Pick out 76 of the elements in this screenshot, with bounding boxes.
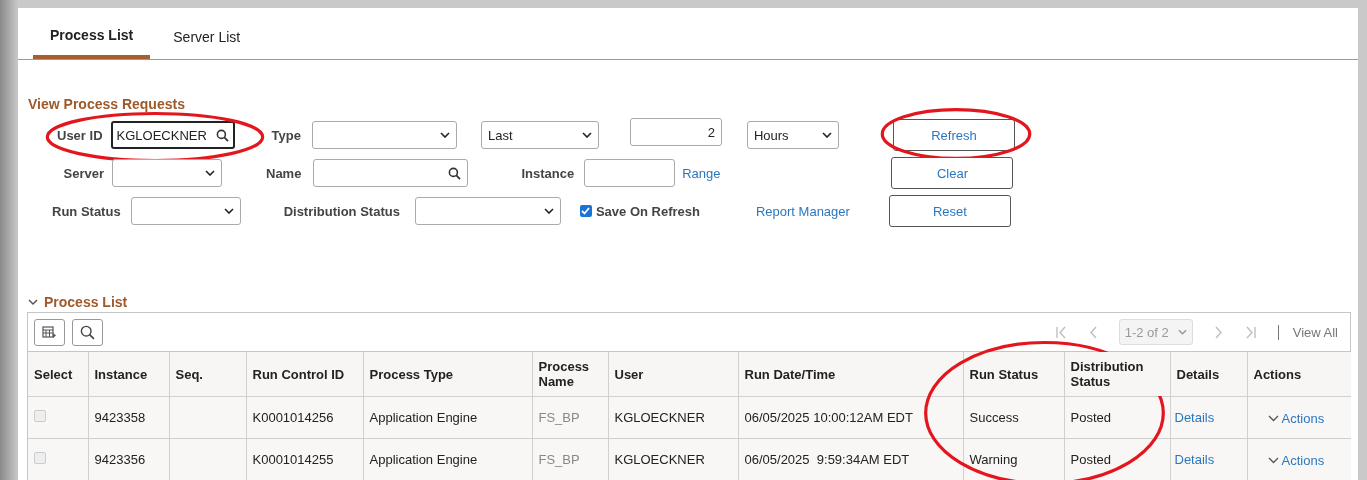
dropdown[interactable] [130, 197, 241, 225]
search-icon [215, 128, 229, 142]
table-cell: Application Engine [363, 438, 532, 480]
chevron-down-icon [581, 132, 592, 138]
chevron-down-icon [1267, 414, 1279, 422]
last-page-icon[interactable] [1244, 325, 1256, 339]
column-header: Process Name [532, 352, 608, 397]
range-link[interactable]: Range [682, 165, 721, 181]
action-button[interactable]: Reset [888, 195, 1011, 227]
action-button[interactable]: Clear [891, 157, 1014, 189]
tab[interactable]: Process List [33, 27, 151, 59]
field-label: Save On Refresh [595, 203, 700, 219]
chevron-down-icon [439, 132, 450, 138]
chevron-down-icon [1177, 329, 1187, 335]
table-cell: FS_BP [532, 438, 608, 480]
section-heading: Process List [44, 294, 128, 310]
column-header: Process Type [363, 352, 532, 397]
tab[interactable]: Server List [156, 29, 258, 59]
table-cell: K0001014255 [246, 438, 363, 480]
field-label: Name [266, 165, 302, 181]
column-header: Actions [1247, 352, 1351, 397]
dropdown[interactable] [311, 121, 457, 149]
table-cell: Success [963, 396, 1064, 439]
field-label: Type [271, 127, 301, 143]
instance-field[interactable] [584, 159, 676, 187]
dropdown[interactable] [112, 159, 222, 187]
field-label: Server [62, 165, 104, 181]
name-field[interactable] [313, 159, 469, 187]
search-icon [448, 166, 462, 180]
table-cell: FS_BP [532, 396, 608, 439]
dropdown[interactable]: Last [480, 121, 599, 149]
field-label: Instance [521, 165, 575, 181]
chevron-down-icon [543, 208, 554, 214]
table-cell: Warning [963, 438, 1064, 480]
table-cell: KGLOECKNER [608, 396, 738, 439]
column-header: Instance [88, 352, 169, 397]
field-label: Run Status [52, 203, 121, 219]
table-cell: K0001014256 [246, 396, 363, 439]
field-label: Distribution Status [283, 203, 400, 219]
dropdown[interactable]: Hours [746, 121, 839, 149]
first-page-icon[interactable] [1055, 325, 1067, 339]
column-header: Details [1170, 352, 1247, 397]
search-icon [80, 324, 95, 340]
table-cell: Posted [1064, 396, 1170, 439]
next-page-icon[interactable] [1214, 325, 1223, 339]
chevron-down-icon [223, 208, 234, 214]
chevron-down-icon [205, 170, 215, 176]
section-heading: View Process Requests [28, 96, 186, 112]
checkbox[interactable] [579, 205, 592, 217]
number-field[interactable]: 2 [629, 118, 722, 146]
user-id-field[interactable]: KGLOECKNER [110, 121, 235, 149]
chevron-down-icon [821, 132, 832, 138]
table-cell: Application Engine [363, 396, 532, 439]
action-button[interactable]: Refresh [892, 119, 1015, 151]
grid-settings-button[interactable] [34, 318, 65, 346]
column-header: Distribution Status [1064, 352, 1170, 397]
chevron-down-icon [1267, 456, 1279, 464]
column-header: Select [28, 352, 88, 397]
view-all-link[interactable]: View All [1292, 324, 1338, 340]
report-manager-link[interactable]: Report Manager [755, 203, 850, 219]
dropdown[interactable] [414, 197, 561, 225]
chevron-down-icon[interactable] [28, 298, 38, 306]
previous-page-icon[interactable] [1088, 325, 1097, 339]
column-header: Run Date/Time [738, 352, 963, 397]
search-button[interactable] [72, 318, 103, 346]
table-cell: 9423356 [88, 438, 169, 480]
table-cell: 06/05/2025 9:59:34AM EDT [738, 438, 963, 480]
field-label: User ID [57, 127, 103, 143]
page-dropdown[interactable]: 1-2 of 2 [1118, 319, 1193, 345]
table-icon [42, 325, 57, 339]
table-cell: 9423358 [88, 396, 169, 439]
table-cell: KGLOECKNER [608, 438, 738, 480]
column-header: User [608, 352, 738, 397]
table-cell: 06/05/2025 10:00:12AM EDT [738, 396, 963, 439]
column-header: Seq. [169, 352, 246, 397]
column-header: Run Control ID [246, 352, 363, 397]
